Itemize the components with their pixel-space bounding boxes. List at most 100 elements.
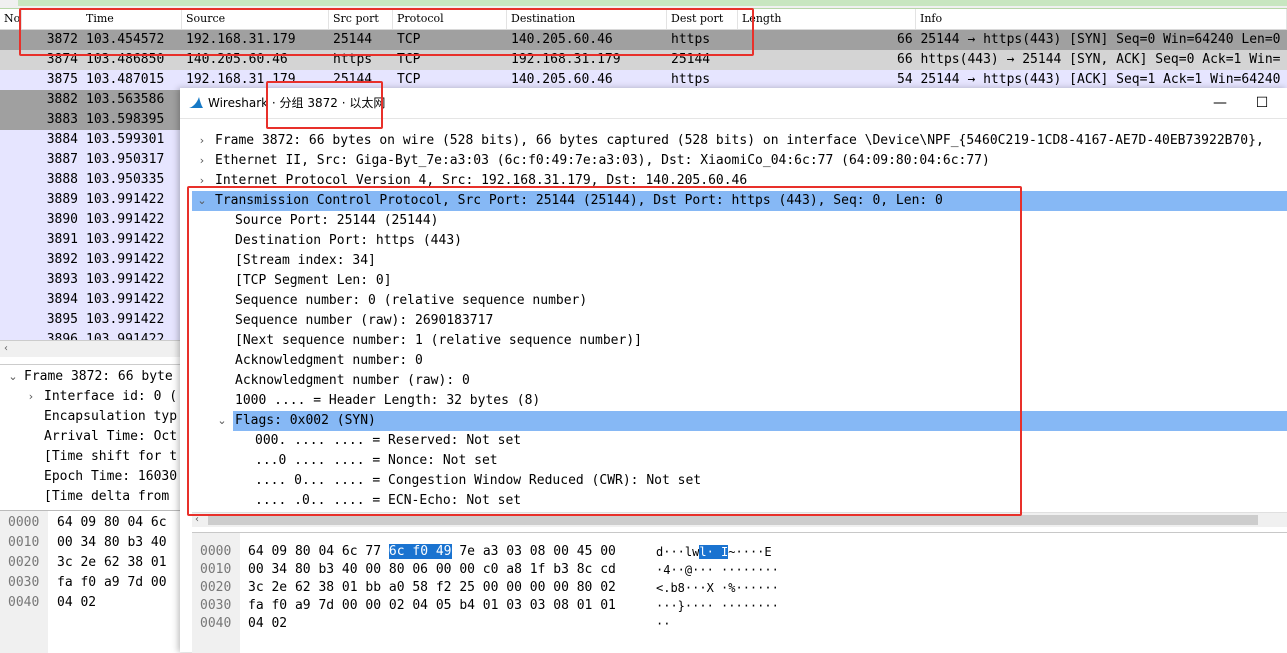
protocol-tree-node[interactable]: › Ethernet II, Src: Giga-Byt_7e:a3:03 (6c… [192,151,1287,171]
column-header-time[interactable]: Time [82,9,182,29]
column-header-protocol[interactable]: Protocol [393,9,507,29]
collapse-arrow-icon[interactable]: › [24,387,38,407]
packet-row[interactable]: 3874 103.486850 140.205.60.46 https TCP 192.1… [0,50,1287,70]
protocol-tree-node[interactable]: Acknowledgment number (raw): 0 [192,371,1287,391]
window-title: Wireshark · 分组 3872 · 以太网 [208,88,385,118]
bytes-hex-row[interactable]: 04 02 [248,614,287,634]
scroll-left-icon[interactable]: ‹ [4,341,8,357]
bytes-hex-row[interactable]: 3c 2e 62 38 01 bb a0 58 f2 25 00 00 00 0… [248,578,616,598]
detail-tree-line[interactable]: Epoch Time: 16030 [44,467,177,487]
bytes-hex-row[interactable]: 00 34 80 b3 40 [57,533,167,553]
protocol-tree-node[interactable]: Acknowledgment number: 0 [192,351,1287,371]
bytes-ascii-text: ···}···· ········ [656,599,779,613]
packet-cell-no: 3895 [46,312,78,327]
protocol-tree-node[interactable]: 1000 .... = Header Length: 32 bytes (8) [192,391,1287,411]
packet-cell-no: 3888 [46,172,78,187]
bytes-ascii-row[interactable]: ·· [656,614,670,634]
column-header-source[interactable]: Source [182,9,329,29]
collapsed-arrow-icon[interactable]: › [195,171,209,191]
protocol-tree-node[interactable]: Sequence number: 0 (relative sequence nu… [192,291,1287,311]
protocol-tree-node[interactable]: [Stream index: 34] [192,251,1287,271]
bytes-hex-text: 3c 2e 62 38 01 bb a0 58 f2 25 00 00 00 0… [248,580,616,595]
bytes-hex-row[interactable]: 64 09 80 04 6c [57,513,167,533]
protocol-tree-node[interactable]: [Next sequence number: 1 (relative seque… [192,331,1287,351]
expanded-arrow-icon[interactable]: ⌄ [195,191,209,211]
protocol-tree-node[interactable]: [TCP Segment Len: 0] [192,271,1287,291]
popup-bytes-pane: 0000 64 09 80 04 6c 77 6c f0 49 7e a3 03 … [192,532,1287,653]
column-header-no[interactable]: No. [0,9,22,29]
window-titlebar[interactable]: Wireshark · 分组 3872 · 以太网 — ☐ [180,88,1287,119]
column-header-info[interactable]: Info [916,9,1287,29]
packet-cell-no: 3875 [46,72,78,87]
bytes-ascii-text: ·4··@··· ········ [656,563,779,577]
protocol-tree-node-label: [Next sequence number: 1 (relative seque… [235,333,642,348]
bytes-hex-row[interactable]: 00 34 80 b3 40 00 80 06 00 00 c0 a8 1f b… [248,560,616,580]
protocol-tree-node[interactable]: › Frame 3872: 66 bytes on wire (528 bits)… [192,131,1287,151]
bytes-hex-row[interactable]: 64 09 80 04 6c 77 6c f0 49 7e a3 03 08 0… [248,542,616,562]
protocol-tree-node[interactable]: ...0 .... .... = Nonce: Not set [192,451,1287,471]
expand-arrow-icon[interactable]: ⌄ [6,367,20,387]
detail-tree-line[interactable]: Interface id: 0 ( [44,387,177,407]
bytes-offset: 0010 [8,535,40,550]
detail-tree-line[interactable]: Frame 3872: 66 byte [24,367,173,387]
protocol-tree-node-label: Sequence number (raw): 2690183717 [235,313,494,328]
packet-cell-time: 103.991422 [86,332,165,340]
protocol-tree-node-label: Acknowledgment number (raw): 0 [235,373,470,388]
protocol-tree-node[interactable]: ⌄ Transmission Control Protocol, Src Port… [192,191,1287,211]
collapsed-arrow-icon[interactable]: › [195,131,209,151]
column-header-destination[interactable]: Destination [507,9,667,29]
protocol-tree-node[interactable]: Sequence number (raw): 2690183717 [192,311,1287,331]
expanded-arrow-icon[interactable]: ⌄ [215,411,229,431]
packet-cell-time: 103.950317 [86,152,165,167]
detail-tree-line[interactable]: [Time delta from [44,487,169,507]
packet-row[interactable]: 3875 103.487015 192.168.31.179 25144 TCP 140.… [0,70,1287,90]
bytes-hex-text: fa f0 a9 7d 00 00 02 04 05 b4 01 03 03 0… [248,598,616,613]
maximize-button[interactable]: ☐ [1242,88,1282,118]
bytes-ascii-text: ·· [656,617,671,631]
detail-tree-line[interactable]: Arrival Time: Oct [44,427,177,447]
display-filter-bar[interactable] [18,0,1287,6]
wireshark-fin-icon [189,97,203,108]
protocol-tree-node-label: Flags: 0x002 (SYN) [235,413,376,428]
bytes-hex-row[interactable]: fa f0 a9 7d 00 00 02 04 05 b4 01 03 03 0… [248,596,616,616]
scroll-left-icon[interactable]: ‹ [195,513,199,527]
bytes-ascii-row[interactable]: <.b8···X ·%······ [656,578,779,598]
packet-cell-dport: https [671,32,711,47]
packet-cell-no: 3889 [46,192,78,207]
minimize-button[interactable]: — [1200,88,1240,118]
scrollbar-thumb[interactable] [208,515,1258,525]
bytes-ascii-row[interactable]: d···lwl· I~····E [656,542,772,562]
packet-cell-sport: 25144 [333,32,373,47]
protocol-tree-node[interactable]: › Internet Protocol Version 4, Src: 192.1… [192,171,1287,191]
packet-cell-no: 3884 [46,132,78,147]
bytes-hex-row[interactable]: 3c 2e 62 38 01 [57,553,167,573]
packet-cell-info: 66 25144 → https(443) [SYN] Seq=0 Win=64… [897,32,1281,47]
column-header-dest-port[interactable]: Dest port [667,9,738,29]
column-header-length[interactable]: Length [738,9,916,29]
packet-detail-window: Wireshark · 分组 3872 · 以太网 — ☐ › Frame 387… [180,88,1287,653]
protocol-tree-node[interactable]: .... .0.. .... = ECN-Echo: Not set [192,491,1287,511]
protocol-tree-node[interactable]: Destination Port: https (443) [192,231,1287,251]
bytes-ascii-row[interactable]: ···}···· ········ [656,596,779,616]
packet-row[interactable]: 3872 103.454572 192.168.31.179 25144 TCP 140.… [0,30,1287,50]
protocol-tree-node[interactable]: Source Port: 25144 (25144) [192,211,1287,231]
bytes-offset: 0020 [8,555,40,570]
bytes-hex-text: 64 09 80 04 6c 77 [248,544,389,559]
packet-cell-time: 103.991422 [86,212,165,227]
protocol-tree-node[interactable]: ⌄ Flags: 0x002 (SYN) [217,411,1287,431]
packet-list-horizontal-scrollbar[interactable]: ‹ [0,340,180,357]
bytes-offset: 0020 [200,580,232,595]
protocol-tree-node[interactable]: 000. .... .... = Reserved: Not set [192,431,1287,451]
collapsed-arrow-icon[interactable]: › [195,151,209,171]
bytes-hex-row[interactable]: fa f0 a9 7d 00 [57,573,167,593]
bytes-offset: 0030 [8,575,40,590]
protocol-tree-node[interactable]: .... 0... .... = Congestion Window Reduc… [192,471,1287,491]
packet-cell-no: 3890 [46,212,78,227]
detail-tree-line[interactable]: [Time shift for t [44,447,177,467]
packet-cell-proto: TCP [397,32,421,47]
bytes-hex-row[interactable]: 04 02 [57,593,96,613]
detail-tree-line[interactable]: Encapsulation typ [44,407,177,427]
bytes-ascii-row[interactable]: ·4··@··· ········ [656,560,779,580]
protocol-tree-horizontal-scrollbar[interactable]: ‹ [192,512,1287,527]
column-header-src-port[interactable]: Src port [329,9,393,29]
